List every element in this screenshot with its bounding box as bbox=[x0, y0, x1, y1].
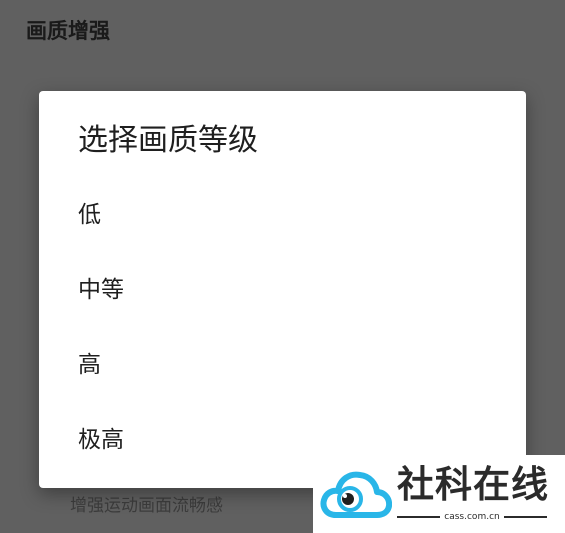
quality-option-medium[interactable]: 中等 bbox=[39, 249, 526, 324]
watermark-brand: 社科在线 bbox=[397, 463, 549, 506]
quality-option-high[interactable]: 高 bbox=[39, 324, 526, 399]
cloud-eye-logo-icon bbox=[320, 471, 392, 518]
page-title: 画质增强 bbox=[26, 19, 110, 43]
quality-options-list: 低 中等 高 极高 bbox=[39, 174, 526, 474]
quality-option-low[interactable]: 低 bbox=[39, 174, 526, 249]
divider bbox=[503, 516, 547, 518]
divider bbox=[397, 516, 441, 518]
dialog-title: 选择画质等级 bbox=[78, 123, 258, 158]
setting-subtitle: 增强运动画面流畅感 bbox=[70, 496, 223, 516]
watermark-domain: cass.com.cn bbox=[444, 512, 500, 522]
watermark: 社科在线 cass.com.cn bbox=[313, 455, 565, 533]
watermark-domain-row: cass.com.cn bbox=[397, 511, 547, 523]
quality-level-dialog: 选择画质等级 低 中等 高 极高 bbox=[39, 91, 526, 488]
